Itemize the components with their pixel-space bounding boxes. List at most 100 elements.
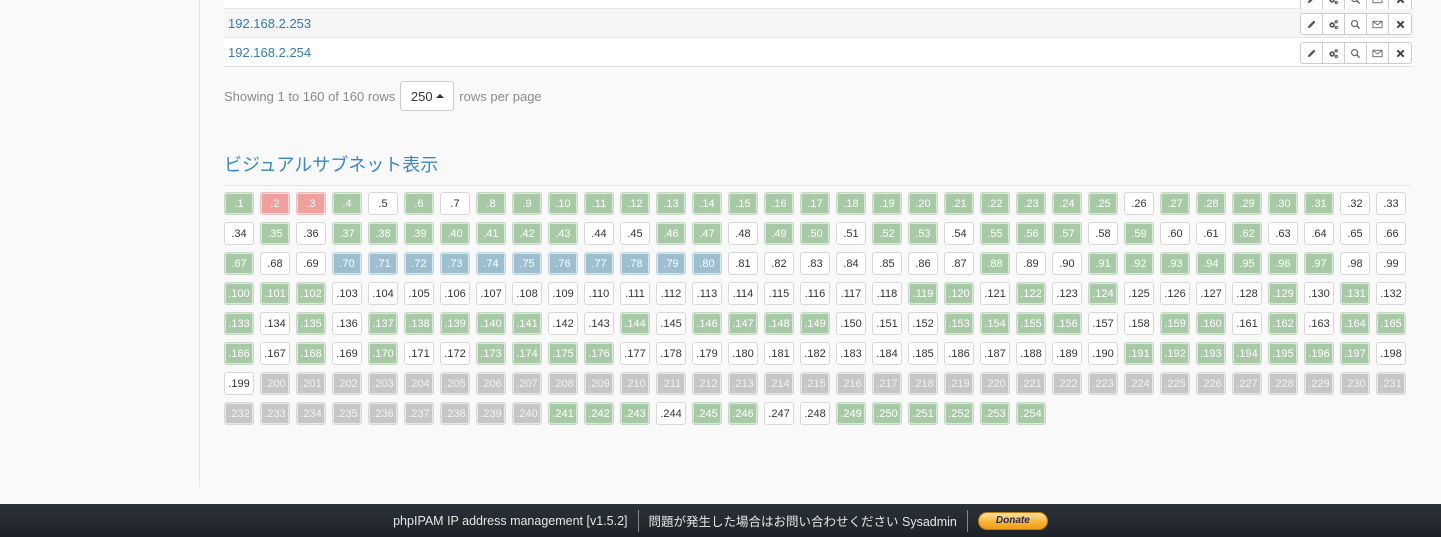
ip-cell-198[interactable]: .198	[1376, 342, 1406, 365]
ip-cell-74[interactable]: .74	[476, 252, 506, 275]
ip-cell-243[interactable]: .243	[620, 402, 650, 425]
ip-cell-82[interactable]: .82	[764, 252, 794, 275]
ip-cell-125[interactable]: .125	[1124, 282, 1154, 305]
ip-cell-132[interactable]: .132	[1376, 282, 1406, 305]
ip-cell-44[interactable]: .44	[584, 222, 614, 245]
ip-cell-70[interactable]: .70	[332, 252, 362, 275]
search-button[interactable]	[1345, 0, 1367, 9]
ip-cell-66[interactable]: .66	[1376, 222, 1406, 245]
ip-cell-120[interactable]: .120	[944, 282, 974, 305]
ip-cell-47[interactable]: .47	[692, 222, 722, 245]
ip-cell-225[interactable]: .225	[1160, 372, 1190, 395]
ip-cell-223[interactable]: .223	[1088, 372, 1118, 395]
ip-cell-22[interactable]: .22	[980, 192, 1010, 215]
ip-cell-72[interactable]: .72	[404, 252, 434, 275]
ip-cell-16[interactable]: .16	[764, 192, 794, 215]
ip-cell-109[interactable]: .109	[548, 282, 578, 305]
ip-cell-152[interactable]: .152	[908, 312, 938, 335]
ip-cell-104[interactable]: .104	[368, 282, 398, 305]
ip-cell-26[interactable]: .26	[1124, 192, 1154, 215]
ip-cell-226[interactable]: .226	[1196, 372, 1226, 395]
ip-cell-103[interactable]: .103	[332, 282, 362, 305]
ip-cell-86[interactable]: .86	[908, 252, 938, 275]
ip-cell-110[interactable]: .110	[584, 282, 614, 305]
ip-cell-45[interactable]: .45	[620, 222, 650, 245]
ip-cell-165[interactable]: .165	[1376, 312, 1406, 335]
ip-cell-12[interactable]: .12	[620, 192, 650, 215]
ip-cell-128[interactable]: .128	[1232, 282, 1262, 305]
ip-cell-137[interactable]: .137	[368, 312, 398, 335]
ip-cell-236[interactable]: .236	[368, 402, 398, 425]
ip-cell-143[interactable]: .143	[584, 312, 614, 335]
ip-cell-136[interactable]: .136	[332, 312, 362, 335]
ip-cell-134[interactable]: .134	[260, 312, 290, 335]
manage-button[interactable]	[1323, 43, 1345, 63]
ip-cell-48[interactable]: .48	[728, 222, 758, 245]
ip-cell-194[interactable]: .194	[1232, 342, 1262, 365]
ip-cell-59[interactable]: .59	[1124, 222, 1154, 245]
ip-cell-113[interactable]: .113	[692, 282, 722, 305]
ip-cell-105[interactable]: .105	[404, 282, 434, 305]
delete-button[interactable]	[1389, 43, 1411, 63]
ip-cell-209[interactable]: .209	[584, 372, 614, 395]
ip-cell-150[interactable]: .150	[836, 312, 866, 335]
ip-cell-219[interactable]: .219	[944, 372, 974, 395]
ip-cell-57[interactable]: .57	[1052, 222, 1082, 245]
ip-cell-220[interactable]: .220	[980, 372, 1010, 395]
ip-cell-6[interactable]: .6	[404, 192, 434, 215]
ip-cell-187[interactable]: .187	[980, 342, 1010, 365]
ip-cell-224[interactable]: .224	[1124, 372, 1154, 395]
ip-cell-50[interactable]: .50	[800, 222, 830, 245]
ip-cell-181[interactable]: .181	[764, 342, 794, 365]
ip-cell-64[interactable]: .64	[1304, 222, 1334, 245]
ip-cell-80[interactable]: .80	[692, 252, 722, 275]
ip-cell-130[interactable]: .130	[1304, 282, 1334, 305]
ip-cell-92[interactable]: .92	[1124, 252, 1154, 275]
ip-cell-126[interactable]: .126	[1160, 282, 1190, 305]
ip-cell-116[interactable]: .116	[800, 282, 830, 305]
ip-cell-197[interactable]: .197	[1340, 342, 1370, 365]
ip-cell-141[interactable]: .141	[512, 312, 542, 335]
ip-cell-171[interactable]: .171	[404, 342, 434, 365]
edit-button[interactable]	[1301, 0, 1323, 9]
ip-cell-124[interactable]: .124	[1088, 282, 1118, 305]
ip-cell-221[interactable]: .221	[1016, 372, 1046, 395]
ip-cell-55[interactable]: .55	[980, 222, 1010, 245]
ip-cell-56[interactable]: .56	[1016, 222, 1046, 245]
ip-cell-28[interactable]: .28	[1196, 192, 1226, 215]
ip-cell-127[interactable]: .127	[1196, 282, 1226, 305]
ip-cell-248[interactable]: .248	[800, 402, 830, 425]
ip-cell-24[interactable]: .24	[1052, 192, 1082, 215]
ip-cell-139[interactable]: .139	[440, 312, 470, 335]
ip-cell-18[interactable]: .18	[836, 192, 866, 215]
ip-cell-111[interactable]: .111	[620, 282, 650, 305]
ip-cell-67[interactable]: .67	[224, 252, 254, 275]
ip-cell-241[interactable]: .241	[548, 402, 578, 425]
ip-cell-52[interactable]: .52	[872, 222, 902, 245]
ip-cell-240[interactable]: .240	[512, 402, 542, 425]
ip-cell-102[interactable]: .102	[296, 282, 326, 305]
ip-cell-78[interactable]: .78	[620, 252, 650, 275]
ip-cell-40[interactable]: .40	[440, 222, 470, 245]
ip-cell-83[interactable]: .83	[800, 252, 830, 275]
ip-cell-182[interactable]: .182	[800, 342, 830, 365]
ip-cell-32[interactable]: .32	[1340, 192, 1370, 215]
ip-cell-34[interactable]: .34	[224, 222, 254, 245]
ip-cell-231[interactable]: .231	[1376, 372, 1406, 395]
ip-cell-191[interactable]: .191	[1124, 342, 1154, 365]
ip-cell-216[interactable]: .216	[836, 372, 866, 395]
ip-cell-84[interactable]: .84	[836, 252, 866, 275]
mail-button[interactable]	[1367, 0, 1389, 9]
ip-cell-23[interactable]: .23	[1016, 192, 1046, 215]
ip-cell-117[interactable]: .117	[836, 282, 866, 305]
ip-cell-156[interactable]: .156	[1052, 312, 1082, 335]
search-button[interactable]	[1345, 14, 1367, 34]
ip-cell-13[interactable]: .13	[656, 192, 686, 215]
ip-cell-19[interactable]: .19	[872, 192, 902, 215]
ip-cell-222[interactable]: .222	[1052, 372, 1082, 395]
ip-cell-173[interactable]: .173	[476, 342, 506, 365]
ip-cell-17[interactable]: .17	[800, 192, 830, 215]
ip-cell-121[interactable]: .121	[980, 282, 1010, 305]
ip-cell-15[interactable]: .15	[728, 192, 758, 215]
manage-button[interactable]	[1323, 0, 1345, 9]
